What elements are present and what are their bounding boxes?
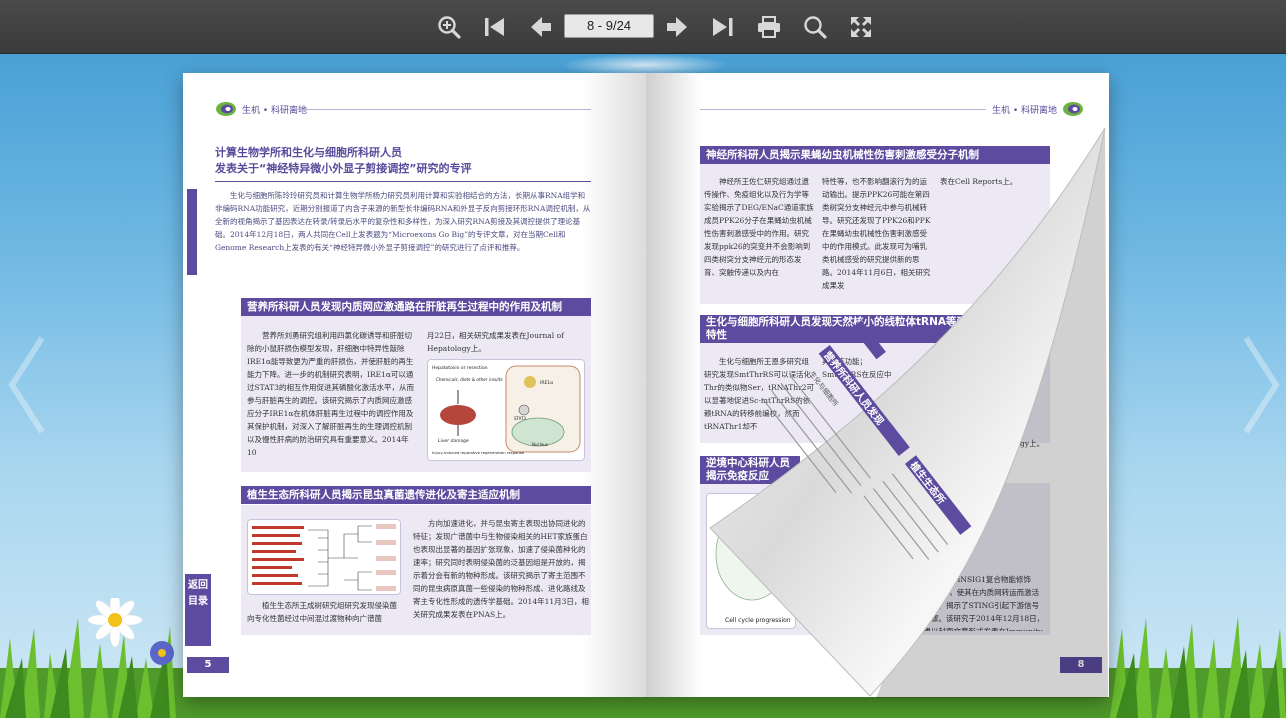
lead-article-title: 计算生物学所和生化与细胞所科研人员 发表关于“神经特异微小外显子剪接调控”研究的… xyxy=(215,145,471,177)
header-rule xyxy=(700,109,986,110)
first-page-button[interactable] xyxy=(480,12,510,42)
section2-column1: 植生生态所王成树研究组研究发现侵染菌向专化性菌经过中间混过渡物种向广谱菌 xyxy=(247,601,397,623)
lead-side-bar xyxy=(187,189,197,275)
next-page-button[interactable] xyxy=(662,12,692,42)
right-section2-column2: 具有该功能；SmtThrRS在反应中 xyxy=(822,357,892,379)
zoom-in-icon xyxy=(438,16,461,39)
lead-article-text: 生化与细胞所陈玲玲研究员和计算生物学所杨力研究员利用计算和实验相结合的方法，长期… xyxy=(215,191,591,252)
magazine-logo-icon xyxy=(216,102,236,116)
fungal-phylogeny-figure xyxy=(247,519,401,595)
right-page-number: 8 xyxy=(1060,657,1102,673)
arrow-right-icon xyxy=(667,17,687,37)
fullscreen-icon xyxy=(851,17,871,37)
figure-label-cell-cycle: Cell cycle progression xyxy=(725,617,791,624)
right-header-label: 生机 • 科研离地 xyxy=(992,105,1058,116)
section1-column2: 月22日，相关研究成果发表在Journal of Hepatology上。 xyxy=(427,331,564,353)
right-page[interactable]: 生机 • 科研离地 神经所科研人员揭示果蝇幼虫机械性伤害刺激感受分子机制 神经所… xyxy=(646,73,1109,697)
lead-rule xyxy=(215,181,591,182)
cell-cycle-figure: Cell cycle progression xyxy=(706,493,796,629)
right-section1-column2: 特性等，也不影响翻滚行为的运动输出。提示PPK26可能在第四类树突分支神经元中参… xyxy=(822,177,931,290)
lead-title-line1: 计算生物学所和生化与细胞所科研人员 xyxy=(215,146,402,159)
page-indicator-field[interactable]: 8 - 9/24 xyxy=(564,14,654,38)
figure-label-nucleus: Nucleus xyxy=(532,442,548,447)
right-section3-column3: 与内质网蛋白AMFR/INSIG1复合物能修饰STING上的泛素化，使其在内质网… xyxy=(886,575,1045,631)
figure-label-ire1a: IRE1α xyxy=(540,380,553,386)
right-section2-title: 生化与细胞所科研人员发现天然核小的线粒体tRNA等受体特异性的编校特性 xyxy=(700,315,1050,343)
right-page-header: 生机 • 科研离地 xyxy=(992,101,1084,117)
right-section2-column1: 生化与细胞所王恩多研究组研究发现SmtThrRS可以误活化Thr的类似物Ser，… xyxy=(704,357,814,431)
flipbook: 生机 • 科研离地 计算生物学所和生化与细胞所科研人员 发表关于“神经特异微小外… xyxy=(183,73,1109,697)
figure-label-stat3: STAT3 xyxy=(514,416,527,421)
fullscreen-button[interactable] xyxy=(846,12,876,42)
chevron-left-icon xyxy=(8,336,45,434)
left-page[interactable]: 生机 • 科研离地 计算生物学所和生化与细胞所科研人员 发表关于“神经特异微小外… xyxy=(183,73,646,697)
first-page-icon xyxy=(485,18,504,36)
back-to-toc-tab[interactable]: 返回目录 xyxy=(185,574,211,646)
lead-title-line2: 发表关于“神经特异微小外显子剪接调控”研究的专评 xyxy=(215,162,472,175)
viewer-toolbar: 8 - 9/24 xyxy=(0,0,1286,54)
prev-page-side-arrow[interactable] xyxy=(4,330,48,440)
right-section3-title: 逆境中心科研人员揭示免疫反应 xyxy=(700,456,800,484)
right-section1-column3: 表在Cell Reports上。 xyxy=(940,177,1018,186)
printer-icon xyxy=(758,16,780,38)
header-rule xyxy=(295,109,591,110)
next-page-side-arrow[interactable] xyxy=(1240,330,1284,440)
figure-label-hepatotoxin: Hepatotoxin or resection xyxy=(432,365,488,371)
search-icon xyxy=(804,16,827,39)
chevron-right-icon xyxy=(1243,336,1280,434)
last-page-icon xyxy=(713,18,733,36)
right-section1-column1: 神经所王佐仁研究组通过遗传操作、免疫组化以及行为学等实验揭示了DEG/ENaC通… xyxy=(704,177,814,277)
section2-title: 植生生态所科研人员揭示昆虫真菌遗传进化及寄主适应机制 xyxy=(241,486,591,504)
magazine-logo-icon xyxy=(1063,102,1084,116)
section2-column2: 方向加速进化，并与昆虫寄主表现出协同进化的特征；发现广谱菌中与生物侵染相关的HE… xyxy=(413,519,589,619)
liver-regeneration-figure: Hepatotoxin or resection Chemicals, diet… xyxy=(427,359,585,461)
arrow-left-icon xyxy=(531,17,551,37)
section1-title: 营养所科研人员发现内质网应激通路在肝脏再生过程中的作用及机制 xyxy=(241,298,591,316)
section1-column1: 营养所刘勇研究组利用四氯化碳诱导和肝脏切除的小鼠肝损伤模型发现，肝细胞中特异性敲… xyxy=(247,331,415,457)
figure-label-liver-damage: Liver damage xyxy=(438,438,469,444)
left-page-number: 5 xyxy=(187,657,229,673)
left-page-header: 生机 • 科研离地 xyxy=(215,101,307,117)
right-section2-column3: 表在Journal of Biology上。 xyxy=(946,439,1045,448)
right-section1-title: 神经所科研人员揭示果蝇幼虫机械性伤害刺激感受分子机制 xyxy=(700,146,1050,164)
print-button[interactable] xyxy=(754,12,784,42)
last-page-button[interactable] xyxy=(708,12,738,42)
zoom-in-button[interactable] xyxy=(434,12,464,42)
prev-page-button[interactable] xyxy=(526,12,556,42)
figure-label-regeneration: Injury-induced reparative regeneration r… xyxy=(432,450,525,455)
search-button[interactable] xyxy=(800,12,830,42)
figure-label-chemicals: Chemicals, diets & other insults xyxy=(436,377,503,382)
